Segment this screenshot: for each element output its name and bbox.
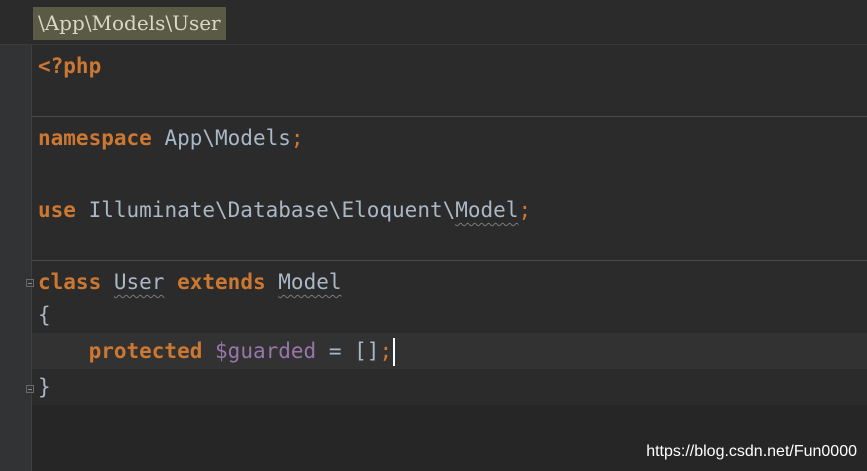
class-keyword: class xyxy=(38,270,102,294)
namespace-keyword: namespace xyxy=(38,126,152,150)
assign-operator: = xyxy=(328,339,342,363)
code-line-8[interactable]: { xyxy=(38,297,51,333)
php-open-tag: <?php xyxy=(38,54,102,78)
semicolon: ; xyxy=(518,198,532,222)
extends-keyword: extends xyxy=(177,270,266,294)
namespace-name: App\Models xyxy=(164,126,291,150)
navigation-bar: \App\Models\User xyxy=(0,0,867,45)
protected-keyword: protected xyxy=(88,339,203,363)
watermark: https://blog.csdn.net/Fun0000 xyxy=(646,443,857,460)
method-separator xyxy=(32,116,867,117)
code-line-3[interactable]: namespace App\Models; xyxy=(38,120,304,156)
method-separator xyxy=(32,260,867,261)
text-caret xyxy=(393,338,396,366)
code-line-10[interactable]: } xyxy=(38,369,51,405)
code-line-7[interactable]: class User extends Model xyxy=(38,264,342,300)
code-editor[interactable]: <?php namespace App\Models; use Illumina… xyxy=(32,45,867,471)
editor-gutter[interactable] xyxy=(0,45,34,471)
property-variable: $guarded xyxy=(215,339,317,363)
code-line-5[interactable]: use Illuminate\Database\Eloquent\Model; xyxy=(38,192,531,228)
semicolon: ; xyxy=(379,339,393,363)
use-class-name: Model xyxy=(455,198,519,222)
semicolon: ; xyxy=(290,126,304,150)
editor-empty-area xyxy=(32,405,867,471)
use-keyword: use xyxy=(38,198,76,222)
class-name: User xyxy=(113,270,165,294)
breadcrumb[interactable]: \App\Models\User xyxy=(33,7,226,40)
parent-class-name: Model xyxy=(278,270,342,294)
array-literal: [] xyxy=(354,339,380,363)
close-brace: } xyxy=(38,375,51,399)
code-line-1[interactable]: <?php xyxy=(38,48,101,84)
use-path: Illuminate\Database\Eloquent\ xyxy=(88,198,456,222)
code-line-9[interactable]: protected $guarded = []; xyxy=(38,333,396,369)
open-brace: { xyxy=(38,303,51,327)
